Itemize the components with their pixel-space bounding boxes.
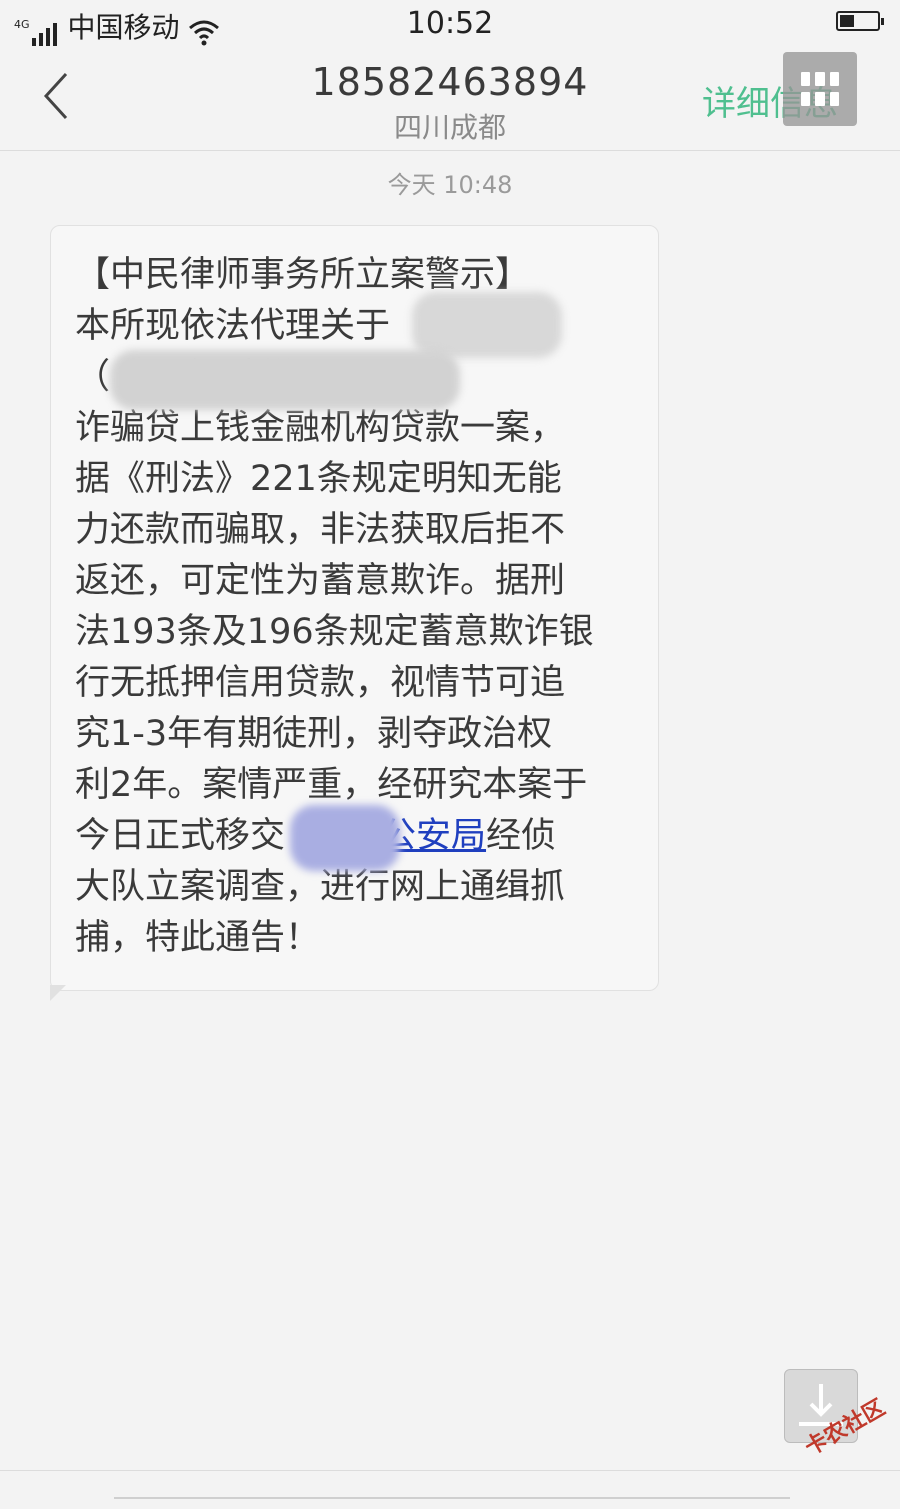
message-line: 究1-3年有期徒刑，剥夺政治权 bbox=[75, 714, 553, 754]
redaction-blur bbox=[110, 350, 460, 410]
message-line: 据《刑法》221条规定明知无能 bbox=[75, 459, 562, 499]
message-line: 返还，可定性为蓄意欺诈。据刑 bbox=[75, 561, 566, 601]
grid-menu-icon bbox=[801, 72, 839, 106]
message-line: 利2年。案情严重，经研究本案于 bbox=[75, 765, 588, 805]
redaction-blur bbox=[290, 805, 400, 871]
message-fragment: 今日正式移交 bbox=[75, 816, 286, 856]
message-input[interactable] bbox=[114, 1497, 790, 1509]
message-line: 【中民律师事务所立案警示】 bbox=[75, 255, 531, 295]
status-bar: 4G 中国移动 10:52 bbox=[0, 0, 900, 48]
message-line: 捕，特此通告！ bbox=[75, 918, 321, 958]
conversation-header: 18582463894 四川成都 详细信息 bbox=[0, 48, 900, 151]
message-fragment: 经侦 bbox=[486, 816, 557, 856]
bubble-tail bbox=[50, 985, 66, 1001]
message-line: 力还款而骗取，非法获取后拒不 bbox=[75, 510, 566, 550]
input-bar bbox=[0, 1470, 900, 1501]
message-line: 法193条及196条规定蓄意欺诈银 bbox=[75, 612, 594, 652]
message-timestamp: 今天 10:48 bbox=[387, 171, 513, 199]
redaction-blur bbox=[412, 292, 562, 358]
battery-icon bbox=[836, 11, 884, 31]
message-line: 诈骗贷上钱金融机构贷款一案， bbox=[75, 408, 566, 448]
menu-button[interactable] bbox=[783, 52, 857, 126]
status-time: 10:52 bbox=[406, 6, 494, 41]
message-line: 行无抵押信用贷款，视情节可追 bbox=[75, 663, 566, 703]
